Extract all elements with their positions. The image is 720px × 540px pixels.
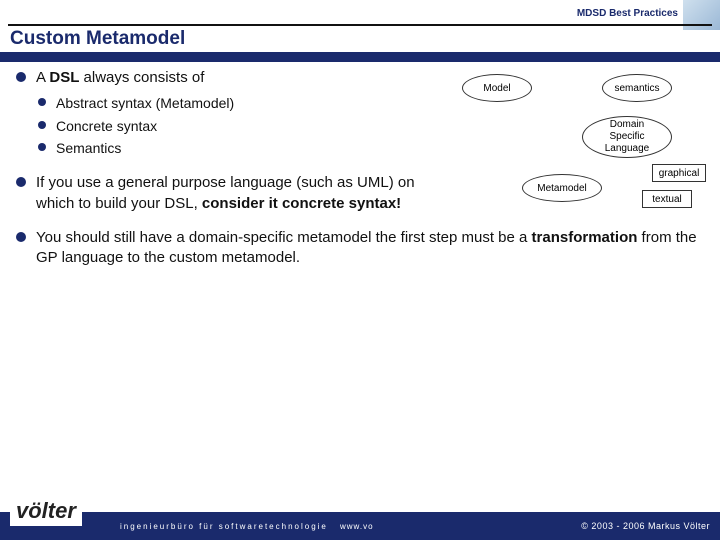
bullet-1-pre: A [36,69,49,86]
diagram-model: Model [462,74,532,102]
bullet-3-pre: You should still have a domain-specific … [36,229,532,246]
bullet-1-post: always consists of [79,69,204,86]
bullet-3-bold: transformation [532,229,638,246]
footer-url: www.vo [340,522,374,531]
diagram-metamodel: Metamodel [522,174,602,202]
diagram: Model semantics Domain Specific Language… [442,74,702,224]
bullet-1-sub-2: Concrete syntax [36,115,416,137]
footer: ingenieurbüro für softwaretechnologie ww… [0,512,720,540]
logo-text: völter [16,498,76,523]
diagram-semantics: semantics [602,74,672,102]
diagram-graphical: graphical [652,164,706,182]
bullet-2-bold: consider it concrete syntax! [202,195,401,212]
footer-tagline: ingenieurbüro für softwaretechnologie [120,522,328,531]
footer-copyright: © 2003 - 2006 Markus Völter [581,521,710,531]
logo: völter [10,496,82,526]
bullet-1-sub-3: Semantics [36,137,416,159]
diagram-dsl: Domain Specific Language [582,116,672,158]
diagram-textual: textual [642,190,692,208]
bullet-1-sub-1: Abstract syntax (Metamodel) [36,92,416,114]
bullet-3: You should still have a domain-specific … [14,228,706,269]
slide-title: Custom Metamodel [10,28,185,50]
header-label: MDSD Best Practices [577,8,678,19]
slide: MDSD Best Practices Custom Metamodel A D… [0,0,720,540]
bullet-1-bold: DSL [49,69,79,86]
title-divider [8,24,712,26]
title-underline [0,52,720,62]
